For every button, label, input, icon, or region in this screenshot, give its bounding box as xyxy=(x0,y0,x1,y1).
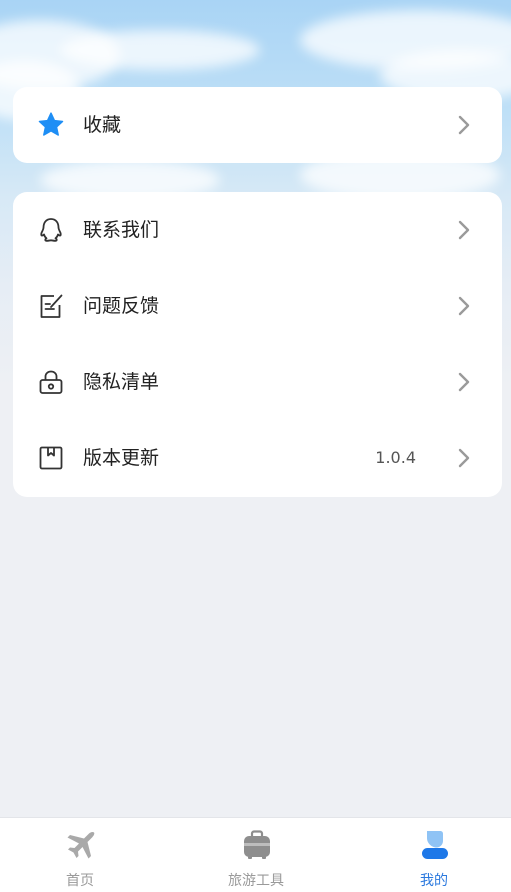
tab-home[interactable]: 首页 xyxy=(20,818,140,892)
chevron-right-icon xyxy=(458,220,470,240)
menu-item-label: 联系我们 xyxy=(83,219,160,241)
profile-icon xyxy=(422,831,448,859)
feedback-edit-icon xyxy=(40,294,63,318)
version-number: 1.0.4 xyxy=(375,448,416,467)
menu-item-feedback[interactable]: 问题反馈 xyxy=(13,268,502,344)
tab-mine[interactable]: 我的 xyxy=(374,818,494,892)
tab-label: 旅游工具 xyxy=(228,873,284,889)
menu-item-contact-us[interactable]: 联系我们 xyxy=(13,192,502,268)
star-icon xyxy=(38,112,64,136)
favorites-label: 收藏 xyxy=(83,114,122,136)
airplane-icon xyxy=(67,831,95,859)
favorites-row[interactable]: 收藏 xyxy=(13,87,502,163)
tab-label: 我的 xyxy=(420,873,448,889)
lock-icon xyxy=(39,370,63,394)
menu-card: 联系我们 问题反馈 隐私清单 版本更新 1.0.4 xyxy=(13,192,502,497)
menu-item-label: 版本更新 xyxy=(83,447,160,469)
chevron-right-icon xyxy=(458,448,470,468)
tab-travel-tools[interactable]: 旅游工具 xyxy=(196,818,316,892)
chevron-right-icon xyxy=(458,296,470,316)
bottom-tab-bar: 首页 旅游工具 我的 xyxy=(0,817,511,892)
menu-item-version-update[interactable]: 版本更新 1.0.4 xyxy=(13,420,502,496)
chevron-right-icon xyxy=(458,115,470,135)
menu-item-label: 问题反馈 xyxy=(83,295,160,317)
suitcase-icon xyxy=(244,830,270,859)
chevron-right-icon xyxy=(458,372,470,392)
menu-item-label: 隐私清单 xyxy=(83,371,160,393)
cloud xyxy=(60,30,260,70)
tab-label: 首页 xyxy=(66,873,94,889)
qq-penguin-icon xyxy=(40,218,62,242)
favorites-card: 收藏 xyxy=(13,87,502,163)
bookmark-icon xyxy=(39,446,63,470)
menu-item-privacy-list[interactable]: 隐私清单 xyxy=(13,344,502,420)
